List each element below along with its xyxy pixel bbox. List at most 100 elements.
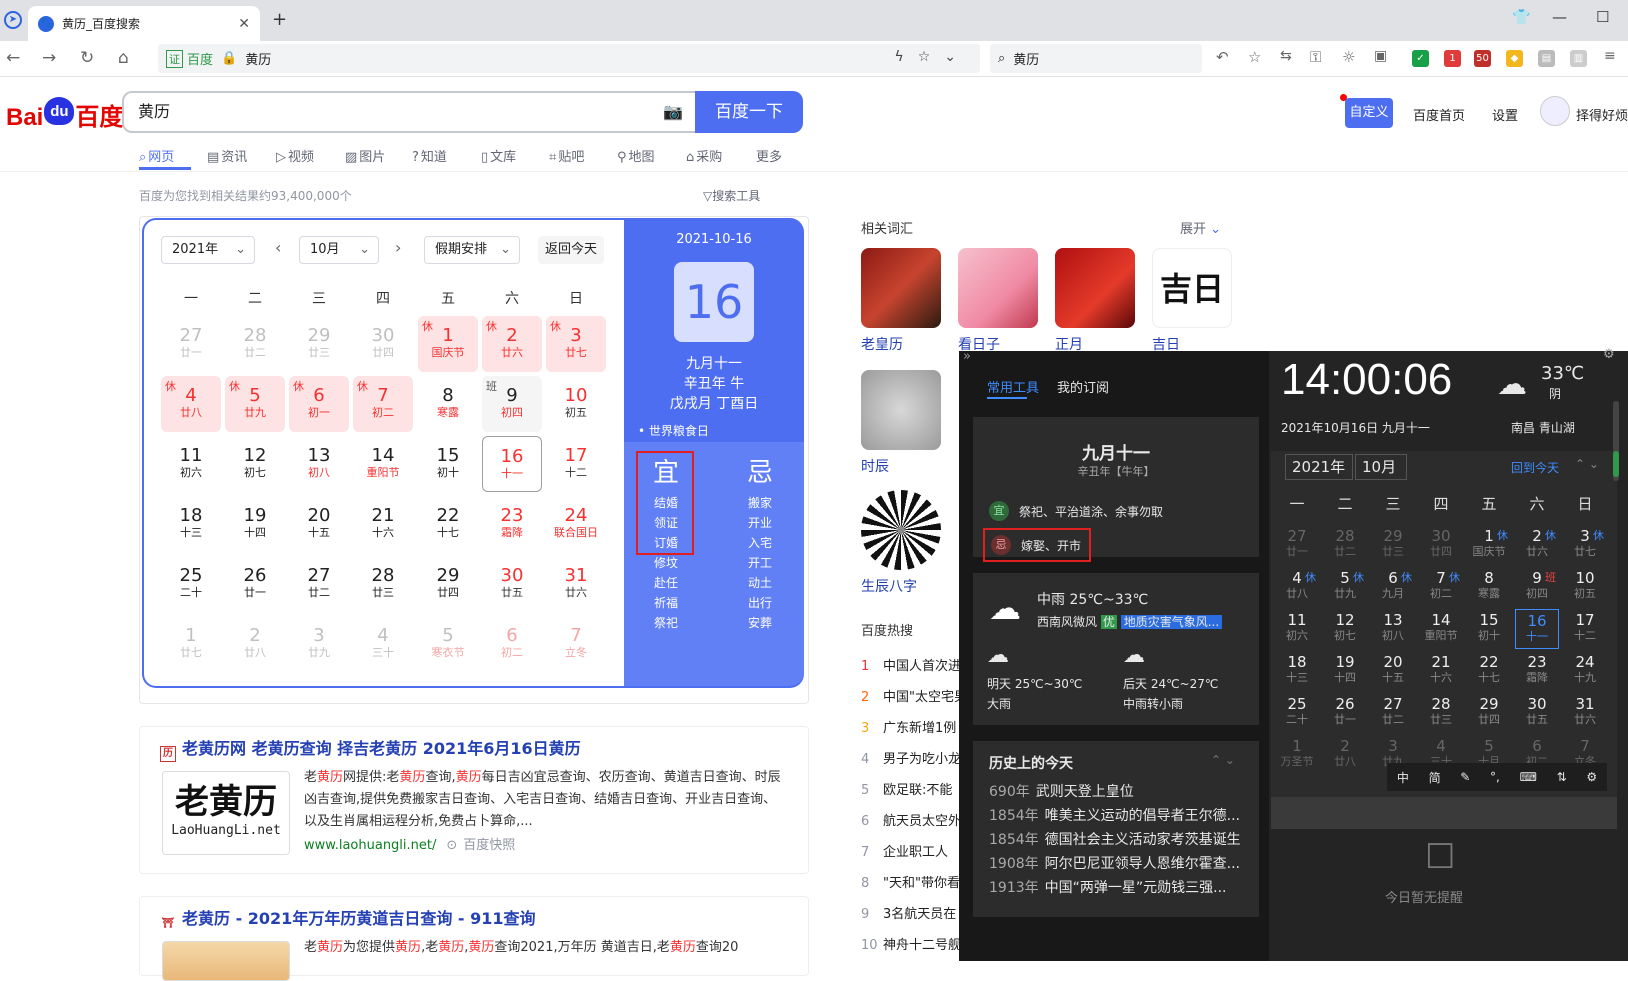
tab-subscriptions[interactable]: 我的订阅 xyxy=(1057,377,1109,396)
overlay-day[interactable]: 28 廿三 xyxy=(1419,693,1463,733)
skin-icon[interactable]: 👕 xyxy=(1512,8,1531,26)
holiday-select[interactable]: 假期安排 ⌄ xyxy=(424,236,520,264)
calendar-day[interactable]: 14 重阳节 xyxy=(353,436,413,492)
ext-badge-icon[interactable]: 1 xyxy=(1444,50,1461,67)
overlay-day[interactable]: 休 3 廿七 xyxy=(1563,525,1607,565)
calendar-day[interactable]: 1 廿七 xyxy=(161,616,221,672)
result-title[interactable]: ⛩ 老黄历 - 2021年万年历黄道吉日查询 - 911查询 xyxy=(160,905,536,933)
ime-punct-icon[interactable]: °, xyxy=(1490,770,1500,784)
camera-icon[interactable]: 📷 xyxy=(663,93,683,131)
calendar-day[interactable]: 休 3 廿七 xyxy=(546,316,606,372)
overlay-day[interactable]: 27 廿一 xyxy=(1275,525,1319,565)
overlay-day[interactable]: 18 十三 xyxy=(1275,651,1319,691)
overlay-day[interactable]: 2 廿八 xyxy=(1323,735,1367,775)
hot-search-item[interactable]: 5 欧足联:不能 xyxy=(861,779,952,798)
calendar-day[interactable]: 29 廿三 xyxy=(289,316,349,372)
calendar-day[interactable]: 13 初八 xyxy=(289,436,349,492)
settings-link[interactable]: 设置 xyxy=(1492,105,1518,124)
favorites-icon[interactable]: ☆ xyxy=(1248,48,1261,66)
overlay-day[interactable]: 休 1 国庆节 xyxy=(1467,525,1511,565)
brightness-icon[interactable]: ☼ xyxy=(1342,48,1355,66)
calendar-day[interactable]: 班 9 初四 xyxy=(482,376,542,432)
overlay-day[interactable]: 26 廿一 xyxy=(1323,693,1367,733)
calendar-day[interactable]: 4 三十 xyxy=(353,616,413,672)
calendar-day[interactable]: 18 十三 xyxy=(161,496,221,552)
tab-tools[interactable]: 常用工具 xyxy=(987,377,1039,396)
overlay-day[interactable]: 休 6 九月 xyxy=(1371,567,1415,607)
hot-search-item[interactable]: 6 航天员太空外 xyxy=(861,810,961,829)
calendar-day[interactable]: 休 6 初一 xyxy=(289,376,349,432)
calendar-day[interactable]: 19 十四 xyxy=(225,496,285,552)
calendar-day[interactable]: 28 廿三 xyxy=(353,556,413,612)
calendar-day[interactable]: 5 寒衣节 xyxy=(418,616,478,672)
overlay-day[interactable]: 班 9 初四 xyxy=(1515,567,1559,607)
month-nav-icon[interactable]: ⌃ ⌄ xyxy=(1575,457,1599,471)
scrollbar-thumb[interactable] xyxy=(1613,451,1619,477)
overlay-day[interactable]: 30 廿四 xyxy=(1419,525,1463,565)
ime-skin-icon[interactable]: ✎ xyxy=(1460,770,1470,784)
expand-button[interactable]: 展开 ⌄ xyxy=(1180,218,1221,237)
hot-search-item[interactable]: 10 神舟十二号舰 xyxy=(861,934,961,953)
minimize-button[interactable]: — xyxy=(1552,8,1567,26)
baidu-home-link[interactable]: 百度首页 xyxy=(1413,105,1465,124)
tab-1[interactable]: ▤ 资讯 xyxy=(207,146,247,165)
calendar-day[interactable]: 6 初二 xyxy=(482,616,542,672)
history-item[interactable]: 1854年 德国社会主义活动家考茨基诞生 xyxy=(989,829,1241,849)
related-item[interactable]: 吉日 吉日 xyxy=(1152,248,1232,354)
calendar-day[interactable]: 休 1 国庆节 xyxy=(418,316,478,372)
month-select[interactable]: 10月 ⌄ xyxy=(299,236,379,264)
calendar-day[interactable]: 休 2 廿六 xyxy=(482,316,542,372)
overlay-day[interactable]: 23 霜降 xyxy=(1515,651,1559,691)
overlay-back-today[interactable]: 回到今天 xyxy=(1511,459,1559,476)
key-icon[interactable]: ⚿ xyxy=(1310,48,1321,66)
result-thumbnail[interactable] xyxy=(162,941,290,981)
calendar-day[interactable]: 10 初五 xyxy=(546,376,606,432)
undo-icon[interactable]: ↶ xyxy=(1216,48,1229,66)
calendar-day[interactable]: 24 联合国日 xyxy=(546,496,606,552)
overlay-day[interactable]: 15 初十 xyxy=(1467,609,1511,649)
year-select[interactable]: 2021年 ⌄ xyxy=(161,236,255,264)
related-item[interactable]: 看日子 xyxy=(958,248,1038,354)
address-actions-icon[interactable]: ϟ☆⌄ xyxy=(894,49,970,65)
translate-icon[interactable]: ⇆ xyxy=(1280,48,1292,64)
reload-icon[interactable]: ↻ xyxy=(80,48,94,68)
tab-close-icon[interactable]: ✕ xyxy=(238,16,250,32)
overlay-day[interactable]: 17 十二 xyxy=(1563,609,1607,649)
overlay-day[interactable]: 休 7 初二 xyxy=(1419,567,1463,607)
result-url[interactable]: www.laohuangli.net/ xyxy=(304,838,436,853)
shield-ext-icon[interactable]: ✓ xyxy=(1412,50,1429,67)
overlay-day[interactable]: 14 重阳节 xyxy=(1419,609,1463,649)
overlay-day[interactable]: 1 万圣节 xyxy=(1275,735,1319,775)
back-to-today-button[interactable]: 返回今天 xyxy=(538,236,604,264)
calendar-day[interactable]: 23 霜降 xyxy=(482,496,542,552)
related-item[interactable]: 生辰八字 xyxy=(861,490,941,596)
search-button[interactable]: 百度一下 xyxy=(695,91,803,133)
overlay-day[interactable]: 22 十七 xyxy=(1467,651,1511,691)
calendar-day[interactable]: 2 廿八 xyxy=(225,616,285,672)
ime-tools-icon[interactable]: ⇅ xyxy=(1557,770,1567,784)
coupon-ext-icon[interactable]: ◆ xyxy=(1506,50,1523,67)
overlay-day[interactable]: 27 廿二 xyxy=(1371,693,1415,733)
hot-search-item[interactable]: 4 男子为吃小龙 xyxy=(861,748,961,767)
baidu-logo[interactable]: Bai du 百度 xyxy=(6,97,123,132)
weather-alert[interactable]: 地质灾害气象风... xyxy=(1120,615,1223,629)
calendar-day[interactable]: 8 寒露 xyxy=(418,376,478,432)
overlay-day[interactable]: 30 廿五 xyxy=(1515,693,1559,733)
overlay-day[interactable]: 13 初八 xyxy=(1371,609,1415,649)
calendar-day[interactable]: 31 廿六 xyxy=(546,556,606,612)
hot-search-item[interactable]: 3 广东新增1例 xyxy=(861,717,956,736)
overlay-day[interactable]: 25 二十 xyxy=(1275,693,1319,733)
search-input[interactable]: 黄历 📷 xyxy=(122,91,697,133)
calendar-day[interactable]: 29 廿四 xyxy=(418,556,478,612)
calendar-day[interactable]: 7 立冬 xyxy=(546,616,606,672)
customize-button[interactable]: 自定义 xyxy=(1345,98,1393,128)
cache-link[interactable]: 百度快照 xyxy=(463,838,515,853)
overlay-day[interactable]: 29 廿三 xyxy=(1371,525,1415,565)
overlay-day[interactable]: 休 5 廿九 xyxy=(1323,567,1367,607)
calendar-day[interactable]: 11 初六 xyxy=(161,436,221,492)
tab-4[interactable]: ? 知道 xyxy=(412,146,447,165)
tab-0[interactable]: ⌕ 网页 xyxy=(139,146,174,165)
result-title[interactable]: 历老黄历网 老黄历查询 择吉老黄历 2021年6月16日黄历 xyxy=(160,735,581,762)
hot-search-item[interactable]: 9 3名航天员在 xyxy=(861,903,956,922)
calendar-day[interactable]: 27 廿二 xyxy=(289,556,349,612)
